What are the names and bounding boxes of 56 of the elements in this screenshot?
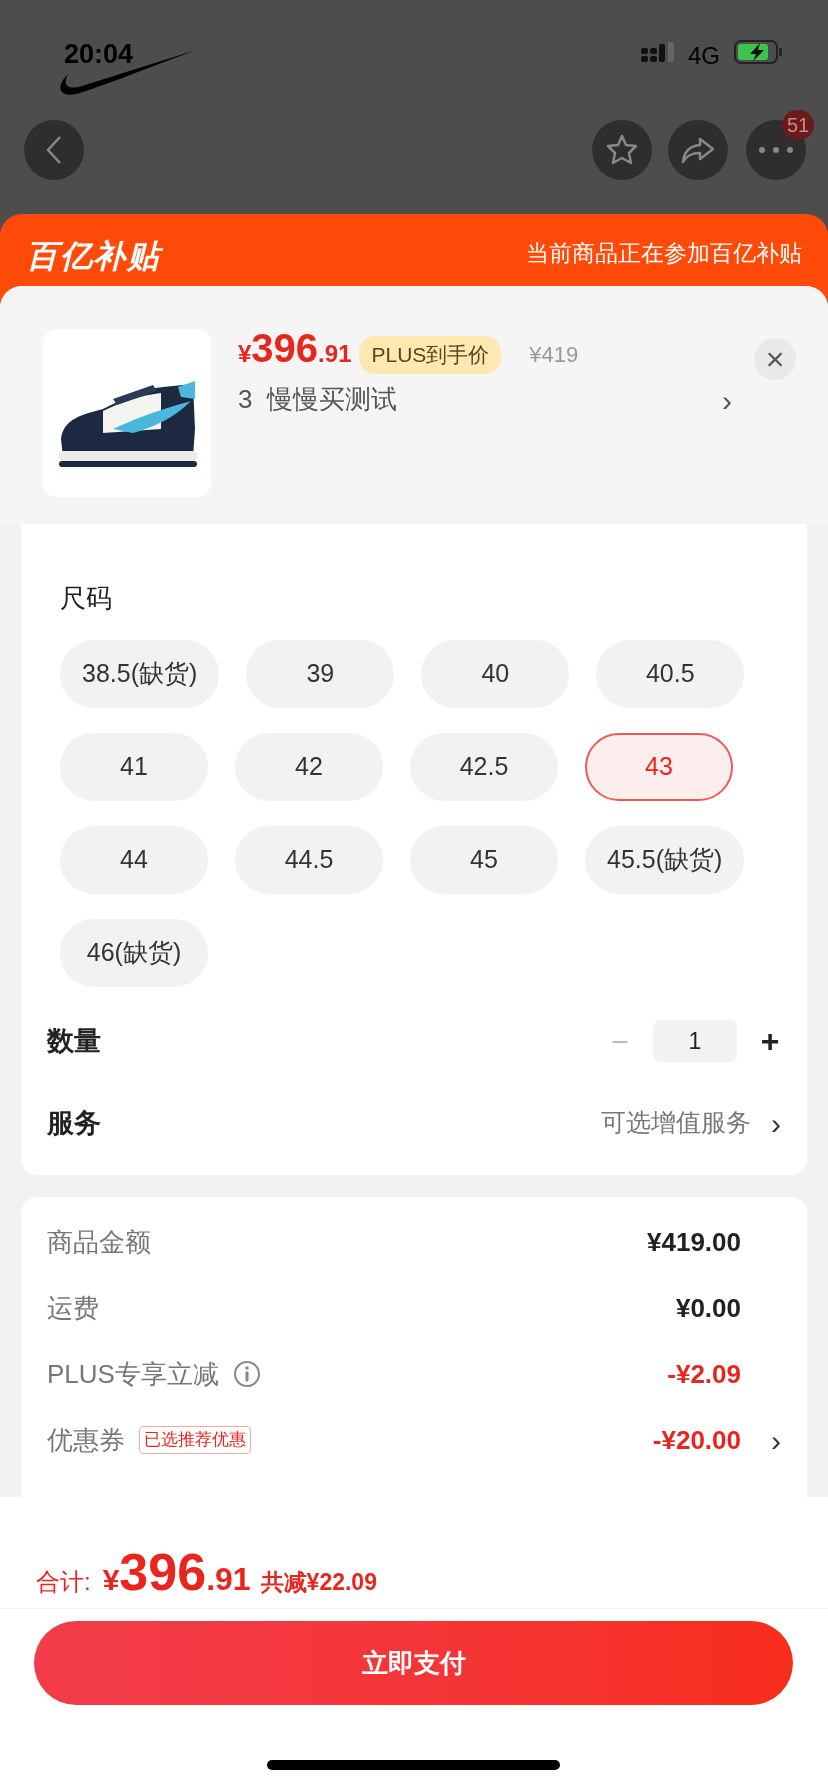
quantity-field[interactable]: 1 xyxy=(653,1020,737,1062)
banner-text: 当前商品正在参加百亿补贴 xyxy=(526,239,802,268)
favorite-button[interactable] xyxy=(592,120,652,180)
size-option[interactable]: 44 xyxy=(60,826,208,894)
star-icon xyxy=(605,133,639,167)
quantity-label: 数量 xyxy=(47,1024,101,1058)
size-option[interactable]: 44.5 xyxy=(235,826,383,894)
service-label: 服务 xyxy=(47,1106,101,1140)
size-option[interactable]: 42 xyxy=(235,733,383,801)
size-option[interactable]: 38.5(缺货) xyxy=(60,640,220,708)
total-savings: 共减¥22.09 xyxy=(260,1568,377,1597)
summary-value: ¥419.00 xyxy=(647,1225,741,1259)
total-amount: ¥396.91 xyxy=(102,1542,251,1603)
notification-badge: 51 xyxy=(782,110,814,140)
product-price: ¥396.91 xyxy=(238,325,352,372)
service-value[interactable]: 可选增值服务 xyxy=(601,1104,751,1142)
summary-value: -¥2.09 xyxy=(667,1357,741,1391)
status-time: 20:04 xyxy=(64,38,134,71)
size-option[interactable]: 39 xyxy=(246,640,395,708)
chevron-right[interactable]: › xyxy=(771,1100,781,1146)
info-icon xyxy=(232,1360,261,1388)
pay-button[interactable]: 立即支付 xyxy=(34,1621,793,1705)
chevron-right[interactable]: › xyxy=(722,378,732,423)
summary-label: 运费 xyxy=(47,1291,99,1325)
coupon-tag: 已选推荐优惠 xyxy=(139,1426,251,1454)
increase-button[interactable]: + xyxy=(755,1017,785,1065)
product-title: 3 慢慢买测试 xyxy=(238,383,397,416)
close-button[interactable]: × xyxy=(754,338,796,380)
share-icon xyxy=(680,135,716,165)
size-option[interactable]: 46(缺货) xyxy=(60,919,208,987)
subsidy-logo: 百亿补贴 xyxy=(26,237,161,276)
summary-value: ¥0.00 xyxy=(675,1291,741,1325)
network-label: 4G xyxy=(688,41,720,71)
summary-value: -¥20.00 xyxy=(652,1423,741,1457)
size-option[interactable]: 40.5 xyxy=(596,640,745,708)
size-option[interactable]: 45 xyxy=(410,826,558,894)
back-button[interactable] xyxy=(24,120,84,180)
share-button[interactable] xyxy=(668,120,728,180)
signal-icon xyxy=(641,42,677,64)
summary-label: PLUS专享立减 xyxy=(47,1357,219,1391)
summary-label: 商品金额 xyxy=(47,1225,151,1259)
more-button[interactable] xyxy=(746,120,806,180)
more-icon xyxy=(759,147,793,153)
size-option[interactable]: 45.5(缺货) xyxy=(585,826,745,894)
battery-icon xyxy=(734,40,782,64)
back-icon xyxy=(44,134,64,166)
size-option[interactable]: 42.5 xyxy=(410,733,558,801)
size-option[interactable]: 41 xyxy=(60,733,208,801)
original-price: ¥419 xyxy=(529,341,579,369)
summary-label: 优惠券 xyxy=(47,1423,125,1457)
chevron-right[interactable]: › xyxy=(741,1417,781,1463)
size-option[interactable]: 40 xyxy=(421,640,570,708)
price-tag: PLUS到手价 xyxy=(359,336,502,374)
total-label: 合计: xyxy=(36,1567,91,1597)
size-option[interactable]: 43 xyxy=(585,733,733,801)
size-label: 尺码 xyxy=(60,582,113,615)
